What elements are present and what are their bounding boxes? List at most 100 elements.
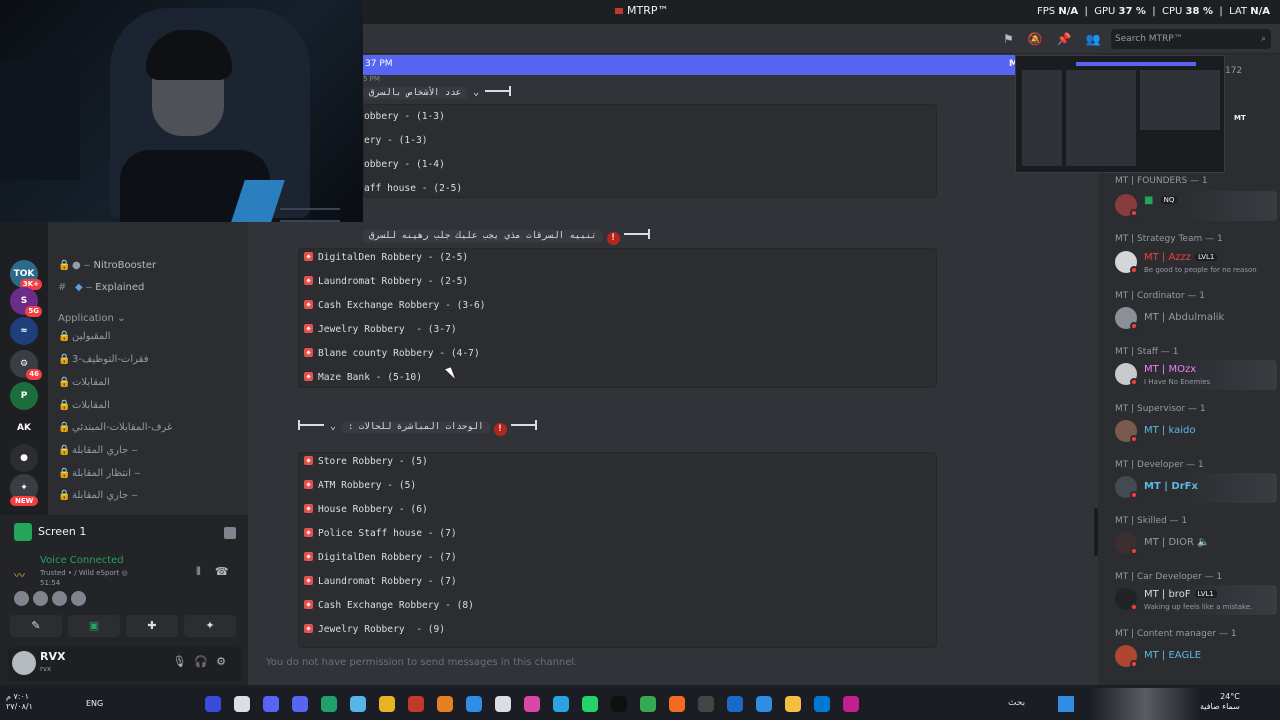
channel-item[interactable]: 🔒 غرف-المقابلات-المبتدئي bbox=[58, 422, 246, 442]
new-messages-bar[interactable]: 37 PM M bbox=[363, 55, 1018, 75]
taskbar-app-icon[interactable] bbox=[814, 696, 830, 712]
heading-rule bbox=[485, 90, 510, 92]
perf-cpu: CPU 38 % bbox=[1162, 6, 1213, 17]
noise-suppression-icon[interactable]: ⦀ bbox=[196, 565, 201, 578]
disconnect-icon[interactable]: ☎ bbox=[215, 565, 229, 578]
taskbar-app-icon[interactable] bbox=[408, 696, 424, 712]
taskbar-search[interactable]: بحث bbox=[1008, 698, 1025, 708]
member-item[interactable]: MT | kaido bbox=[1112, 417, 1277, 447]
taskbar-app-icon[interactable] bbox=[292, 696, 308, 712]
heading-rule-end bbox=[534, 420, 537, 430]
taskbar-app-icon[interactable] bbox=[321, 696, 337, 712]
weather-widget[interactable]: 24°C سماء صافية bbox=[1200, 692, 1240, 712]
server-icon[interactable]: S 5G bbox=[10, 287, 42, 317]
member-item[interactable]: MT | broF LVL1 Waking up feels like a mis… bbox=[1112, 585, 1277, 615]
mic-icon[interactable]: 🎙 bbox=[172, 655, 194, 668]
taskbar-app-icon[interactable] bbox=[495, 696, 511, 712]
status-dot bbox=[1130, 266, 1138, 274]
username[interactable]: RVX bbox=[40, 650, 65, 663]
screen-share-button[interactable]: ▣ bbox=[68, 615, 120, 637]
soundboard-button[interactable]: ✦ bbox=[184, 615, 236, 637]
channel-item[interactable]: 🔒 جاري المقابلة ‒ bbox=[58, 490, 246, 510]
lock-icon: 🔒 bbox=[58, 490, 71, 501]
taskbar-app-icon[interactable] bbox=[234, 696, 250, 712]
pin-icon[interactable]: 📌 bbox=[1057, 32, 1086, 46]
server-icon[interactable]: ⚙ 46 bbox=[10, 350, 42, 380]
code-block-2: DigitalDen Robbery - (2-5) Laundromat Ro… bbox=[298, 248, 937, 388]
channel-item[interactable]: 🔒 المقابلات bbox=[58, 377, 246, 397]
windows-start-icon[interactable] bbox=[1058, 696, 1074, 712]
clock-time: ٧:٠١ م bbox=[6, 692, 30, 701]
lock-icon: 🔒 bbox=[58, 445, 71, 456]
member-item[interactable]: ■ NQ bbox=[1112, 191, 1277, 221]
category-application[interactable]: Application ⌄ bbox=[58, 313, 125, 324]
threads-icon[interactable]: ⚑ bbox=[1003, 32, 1028, 46]
avatar[interactable] bbox=[14, 591, 29, 606]
channel-nitrobooster[interactable]: 🔒 ● ‒ NitroBooster bbox=[58, 260, 246, 280]
member-item[interactable]: MT | DIOR 🔈 bbox=[1112, 529, 1277, 559]
server-icon[interactable]: ≈ bbox=[10, 317, 38, 345]
channel-item[interactable]: 🔒 انتظار المقابلة ‒ bbox=[58, 468, 246, 488]
camera-button[interactable]: ✎ bbox=[10, 615, 62, 637]
taskbar-app-icon[interactable] bbox=[698, 696, 714, 712]
server-icon[interactable]: TOK 3K+ bbox=[10, 260, 42, 290]
search-input[interactable]: Search MTRP™ ⌕ bbox=[1111, 29, 1271, 49]
screen-share-label[interactable]: Screen 1 bbox=[14, 523, 86, 541]
taskbar-app-icon[interactable] bbox=[727, 696, 743, 712]
channel-item[interactable]: 🔒 فقرات-التوظيف-3 bbox=[58, 354, 246, 374]
channel-item[interactable]: 🔒 المقبولين bbox=[58, 331, 246, 351]
member-count: 172 bbox=[1225, 66, 1243, 76]
status-dot bbox=[1130, 491, 1138, 499]
clock-date: ٢٧/٠٨/١ bbox=[6, 702, 33, 711]
avatar[interactable] bbox=[12, 651, 36, 675]
activities-button[interactable]: ✚ bbox=[126, 615, 178, 637]
signal-icon[interactable]: 〰 bbox=[14, 567, 28, 582]
taskbar-app-icon[interactable] bbox=[466, 696, 482, 712]
taskbar-apps bbox=[205, 696, 872, 716]
bullet-icon bbox=[304, 324, 313, 333]
voice-status[interactable]: Voice Connected bbox=[40, 555, 124, 566]
taskbar-app-icon[interactable] bbox=[640, 696, 656, 712]
server-icon[interactable]: P bbox=[10, 382, 38, 410]
gear-icon[interactable]: ⚙ bbox=[216, 655, 234, 668]
taskbar-app-icon[interactable] bbox=[263, 696, 279, 712]
taskbar-app-icon[interactable] bbox=[437, 696, 453, 712]
language-indicator[interactable]: ENG bbox=[86, 699, 103, 708]
voice-channel[interactable]: Trusted • / Wild eSport ◎ bbox=[40, 569, 128, 577]
server-icon[interactable]: ● bbox=[10, 444, 38, 472]
headphones-icon[interactable]: 🎧 bbox=[194, 655, 216, 668]
stop-stream-icon[interactable] bbox=[224, 527, 236, 539]
server-icon[interactable]: AK bbox=[10, 414, 38, 442]
channel-item[interactable]: 🔒 المقابلات bbox=[58, 400, 246, 420]
member-item[interactable]: MT | DrFx bbox=[1112, 473, 1277, 503]
user-status: rvx bbox=[40, 665, 52, 673]
avatar[interactable] bbox=[52, 591, 67, 606]
bullet-icon bbox=[304, 528, 313, 537]
taskbar: ٧:٠١ م ٢٧/٠٨/١ ENG بحث 24°C سماء صافية bbox=[0, 688, 1280, 720]
member-item[interactable]: MT | Azzz LVL1 Be good to people for no r… bbox=[1112, 248, 1277, 278]
taskbar-app-icon[interactable] bbox=[553, 696, 569, 712]
code-line: Store Robbery - (5) bbox=[304, 456, 428, 472]
taskbar-app-icon[interactable] bbox=[379, 696, 395, 712]
taskbar-app-icon[interactable] bbox=[843, 696, 859, 712]
member-item[interactable]: MT | EAGLE bbox=[1112, 642, 1277, 672]
notifications-icon[interactable]: 🔕 bbox=[1028, 32, 1057, 46]
taskbar-app-icon[interactable] bbox=[785, 696, 801, 712]
taskbar-app-icon[interactable] bbox=[205, 696, 221, 712]
avatar[interactable] bbox=[33, 591, 48, 606]
member-item[interactable]: MT | Abdulmalik bbox=[1112, 304, 1277, 334]
avatar[interactable] bbox=[71, 591, 86, 606]
taskbar-app-icon[interactable] bbox=[611, 696, 627, 712]
clock[interactable]: ٧:٠١ م ٢٧/٠٨/١ bbox=[6, 692, 33, 712]
channel-explained[interactable]: # ◆ ‒ Explained bbox=[58, 282, 246, 302]
taskbar-app-icon[interactable] bbox=[669, 696, 685, 712]
perf-fps: FPS N/A bbox=[1037, 6, 1079, 17]
bullet-icon bbox=[304, 480, 313, 489]
taskbar-app-icon[interactable] bbox=[350, 696, 366, 712]
screen-share-thumbnail[interactable] bbox=[1015, 55, 1225, 173]
member-item[interactable]: MT | MOzx I Have No Enemies bbox=[1112, 360, 1277, 390]
taskbar-app-icon[interactable] bbox=[756, 696, 772, 712]
channel-item[interactable]: 🔒 جاري المقابلة ‒ bbox=[58, 445, 246, 465]
taskbar-app-icon[interactable] bbox=[582, 696, 598, 712]
taskbar-app-icon[interactable] bbox=[524, 696, 540, 712]
